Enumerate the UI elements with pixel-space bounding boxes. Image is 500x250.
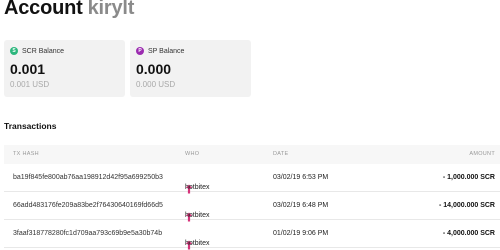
- column-header-date: DATE: [273, 151, 289, 157]
- scr-balance-header: S SCR Balance: [10, 47, 64, 55]
- account-page: Account kirylt S SCR Balance 0.001 0.001 …: [0, 0, 500, 250]
- page-title: Account kirylt: [4, 0, 134, 20]
- scr-token-icon: S: [10, 47, 18, 55]
- sp-balance-card: P SP Balance 0.000 0.000 USD: [130, 40, 251, 97]
- tx-hash-link[interactable]: 3faaf318778280fc1d709aa793c69b9e5a30b74b: [13, 230, 162, 237]
- tx-date: 03/02/19 6:48 PM: [273, 202, 329, 209]
- sp-token-icon: P: [136, 47, 144, 55]
- tx-date: 01/02/19 9:06 PM: [273, 230, 329, 237]
- tx-hash-link[interactable]: ba19f845fe800ab76aa198912d42f95a699250b3: [13, 174, 163, 181]
- table-header: TX HASH WHO DATE AMOUNT: [4, 145, 500, 164]
- tx-who-account-link[interactable]: hotbitex: [185, 240, 210, 247]
- tx-date: 03/02/19 6:53 PM: [273, 174, 329, 181]
- scr-balance-value: 0.001: [10, 61, 46, 77]
- account-username: kirylt: [87, 0, 135, 19]
- scr-balance-label: SCR Balance: [22, 47, 65, 55]
- tx-who-account-link[interactable]: hotbitex: [185, 184, 210, 191]
- scr-balance-usd: 0.001 USD: [10, 80, 50, 89]
- column-header-amount: AMOUNT: [469, 151, 495, 157]
- table-row: 66add483176fe209a83be2f76430640169fd66d5…: [4, 192, 500, 222]
- tx-who-account-link[interactable]: hotbitex: [185, 212, 210, 219]
- page-title-label: Account: [4, 0, 83, 19]
- sp-balance-label: SP Balance: [148, 47, 185, 55]
- column-header-tx-hash: TX HASH: [13, 151, 39, 157]
- tx-amount: - 14,000.000 SCR: [438, 202, 495, 209]
- tx-amount: - 4,000.000 SCR: [442, 230, 495, 237]
- sp-balance-header: P SP Balance: [136, 47, 184, 55]
- tx-amount: - 1,000.000 SCR: [442, 174, 495, 181]
- scr-balance-card: S SCR Balance 0.001 0.001 USD: [4, 40, 125, 97]
- transactions-table: TX HASH WHO DATE AMOUNT ba19f845fe800ab7…: [4, 145, 500, 250]
- table-row: 3faaf318778280fc1d709aa793c69b9e5a30b74b…: [4, 220, 500, 250]
- sp-balance-usd: 0.000 USD: [136, 80, 176, 89]
- tx-hash-link[interactable]: 66add483176fe209a83be2f76430640169fd66d5: [13, 202, 163, 209]
- table-row: ba19f845fe800ab76aa198912d42f95a699250b3…: [4, 164, 500, 194]
- sp-balance-value: 0.000: [136, 61, 172, 77]
- transactions-title: Transactions: [4, 121, 57, 131]
- column-header-who: WHO: [185, 151, 200, 157]
